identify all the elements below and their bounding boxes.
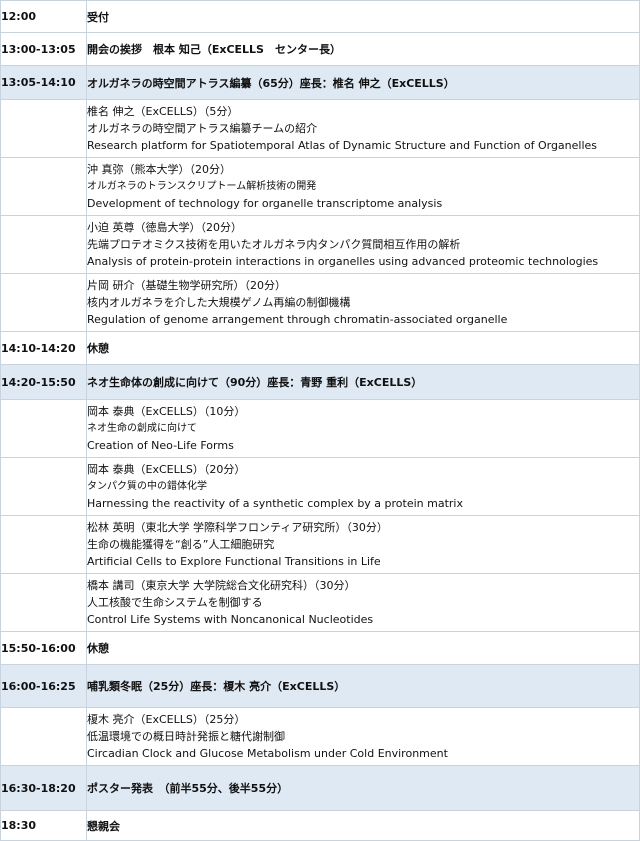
talk-speaker: 榎木 亮介（ExCELLS）（25分） xyxy=(87,713,246,726)
time-cell-empty xyxy=(0,157,87,216)
time-cell-empty xyxy=(0,515,87,574)
talk-title-en: Control Life Systems with Noncanonical N… xyxy=(87,613,374,626)
talk-title-en: Artificial Cells to Explore Functional T… xyxy=(87,555,381,568)
talk-title-jp: 生命の機能獲得を“創る”人工細胞研究 xyxy=(87,538,275,551)
talk-speaker: 小迫 英尊（徳島大学）（20分） xyxy=(87,221,242,234)
item-title: 開会の挨拶 根本 知己（ExCELLS センター長） xyxy=(86,32,640,66)
time-cell-empty xyxy=(0,573,87,632)
schedule-row-party: 18:30 懇親会 xyxy=(0,810,640,841)
time-cell-empty xyxy=(0,707,87,766)
schedule-row-break: 15:50-16:00 休憩 xyxy=(0,631,640,665)
schedule-row-poster: 16:30-18:20 ポスター発表 （前半55分、後半55分） xyxy=(0,765,640,811)
talk-title-en: Research platform for Spatiotemporal Atl… xyxy=(87,139,598,152)
talk-speaker: 片岡 研介（基礎生物学研究所）（20分） xyxy=(87,279,286,292)
talk-cell: 沖 真弥（熊本大学）（20分） オルガネラのトランスクリプトーム解析技術の開発 … xyxy=(86,157,640,216)
talk-row: 椎名 伸之（ExCELLS）（5分） オルガネラの時空間アトラス編纂チームの紹介… xyxy=(0,99,640,158)
talk-row: 沖 真弥（熊本大学）（20分） オルガネラのトランスクリプトーム解析技術の開発 … xyxy=(0,157,640,216)
talk-cell: 椎名 伸之（ExCELLS）（5分） オルガネラの時空間アトラス編纂チームの紹介… xyxy=(86,99,640,158)
item-title: 受付 xyxy=(86,0,640,33)
talk-speaker: 松林 英明（東北大学 学際科学フロンティア研究所）（30分） xyxy=(87,521,388,534)
talk-cell: 榎木 亮介（ExCELLS）（25分） 低温環境での概日時計発振と糖代謝制御 C… xyxy=(86,707,640,766)
session-header-neo-life: 14:20-15:50 ネオ生命体の創成に向けて（90分）座長：青野 重利（Ex… xyxy=(0,364,640,400)
time-cell-empty xyxy=(0,215,87,274)
talk-title-en: Regulation of genome arrangement through… xyxy=(87,313,508,326)
talk-row: 片岡 研介（基礎生物学研究所）（20分） 核内オルガネラを介した大規模ゲノム再編… xyxy=(0,273,640,332)
session-header-hibernation: 16:00-16:25 哺乳類冬眠（25分）座長：榎木 亮介（ExCELLS） xyxy=(0,664,640,708)
time-cell: 13:00-13:05 xyxy=(0,32,87,66)
talk-title-jp: 核内オルガネラを介した大規模ゲノム再編の制御機構 xyxy=(87,296,351,309)
talk-row: 岡本 泰典（ExCELLS）（20分） タンパク質の中の錯体化学 Harness… xyxy=(0,457,640,516)
talk-speaker: 橋本 講司（東京大学 大学院総合文化研究科）（30分） xyxy=(87,579,356,592)
talk-title-jp: 人工核酸で生命システムを制御する xyxy=(87,596,263,609)
time-cell: 14:10-14:20 xyxy=(0,331,87,365)
schedule-table: 12:00 受付 13:00-13:05 開会の挨拶 根本 知己（ExCELLS… xyxy=(0,0,640,841)
time-cell: 13:05-14:10 xyxy=(0,65,87,100)
talk-row: 岡本 泰典（ExCELLS）（10分） ネオ生命の創成に向けて Creation… xyxy=(0,399,640,458)
time-cell: 14:20-15:50 xyxy=(0,364,87,400)
talk-cell: 岡本 泰典（ExCELLS）（20分） タンパク質の中の錯体化学 Harness… xyxy=(86,457,640,516)
talk-cell: 松林 英明（東北大学 学際科学フロンティア研究所）（30分） 生命の機能獲得を“… xyxy=(86,515,640,574)
schedule-row-reception: 12:00 受付 xyxy=(0,0,640,33)
talk-speaker: 岡本 泰典（ExCELLS）（10分） xyxy=(87,405,246,418)
talk-title-en: Analysis of protein-protein interactions… xyxy=(87,255,599,268)
talk-title-jp: タンパク質の中の錯体化学 xyxy=(87,481,207,492)
time-cell: 12:00 xyxy=(0,0,87,33)
item-title: ポスター発表 （前半55分、後半55分） xyxy=(86,765,640,811)
time-cell-empty xyxy=(0,399,87,458)
talk-cell: 岡本 泰典（ExCELLS）（10分） ネオ生命の創成に向けて Creation… xyxy=(86,399,640,458)
session-header-organelle: 13:05-14:10 オルガネラの時空間アトラス編纂（65分）座長：椎名 伸之… xyxy=(0,65,640,100)
talk-title-en: Creation of Neo-Life Forms xyxy=(87,439,234,452)
time-cell: 16:30-18:20 xyxy=(0,765,87,811)
session-title: オルガネラの時空間アトラス編纂（65分）座長：椎名 伸之（ExCELLS） xyxy=(86,65,640,100)
talk-speaker: 沖 真弥（熊本大学）（20分） xyxy=(87,163,231,176)
item-title: 休憩 xyxy=(86,331,640,365)
item-title: 休憩 xyxy=(86,631,640,665)
schedule-row-opening: 13:00-13:05 開会の挨拶 根本 知己（ExCELLS センター長） xyxy=(0,32,640,66)
talk-title-jp: 先端プロテオミクス技術を用いたオルガネラ内タンパク質間相互作用の解析 xyxy=(87,238,461,251)
talk-row: 小迫 英尊（徳島大学）（20分） 先端プロテオミクス技術を用いたオルガネラ内タン… xyxy=(0,215,640,274)
talk-row: 橋本 講司（東京大学 大学院総合文化研究科）（30分） 人工核酸で生命システムを… xyxy=(0,573,640,632)
time-cell-empty xyxy=(0,99,87,158)
talk-title-en: Harnessing the reactivity of a synthetic… xyxy=(87,497,463,510)
talk-title-en: Development of technology for organelle … xyxy=(87,197,443,210)
talk-speaker: 椎名 伸之（ExCELLS）（5分） xyxy=(87,105,239,118)
talk-title-jp: 低温環境での概日時計発振と糖代謝制御 xyxy=(87,730,285,743)
talk-row: 榎木 亮介（ExCELLS）（25分） 低温環境での概日時計発振と糖代謝制御 C… xyxy=(0,707,640,766)
session-title: ネオ生命体の創成に向けて（90分）座長：青野 重利（ExCELLS） xyxy=(86,364,640,400)
talk-title-en: Circadian Clock and Glucose Metabolism u… xyxy=(87,747,448,760)
talk-cell: 片岡 研介（基礎生物学研究所）（20分） 核内オルガネラを介した大規模ゲノム再編… xyxy=(86,273,640,332)
talk-speaker: 岡本 泰典（ExCELLS）（20分） xyxy=(87,463,246,476)
talk-title-jp: オルガネラの時空間アトラス編纂チームの紹介 xyxy=(87,122,318,135)
talk-row: 松林 英明（東北大学 学際科学フロンティア研究所）（30分） 生命の機能獲得を“… xyxy=(0,515,640,574)
time-cell: 15:50-16:00 xyxy=(0,631,87,665)
talk-cell: 小迫 英尊（徳島大学）（20分） 先端プロテオミクス技術を用いたオルガネラ内タン… xyxy=(86,215,640,274)
talk-title-jp: オルガネラのトランスクリプトーム解析技術の開発 xyxy=(87,181,317,192)
time-cell: 16:00-16:25 xyxy=(0,664,87,708)
schedule-row-break: 14:10-14:20 休憩 xyxy=(0,331,640,365)
talk-title-jp: ネオ生命の創成に向けて xyxy=(87,423,197,434)
time-cell-empty xyxy=(0,457,87,516)
time-cell-empty xyxy=(0,273,87,332)
talk-cell: 橋本 講司（東京大学 大学院総合文化研究科）（30分） 人工核酸で生命システムを… xyxy=(86,573,640,632)
session-title: 哺乳類冬眠（25分）座長：榎木 亮介（ExCELLS） xyxy=(86,664,640,708)
time-cell: 18:30 xyxy=(0,810,87,841)
item-title: 懇親会 xyxy=(86,810,640,841)
